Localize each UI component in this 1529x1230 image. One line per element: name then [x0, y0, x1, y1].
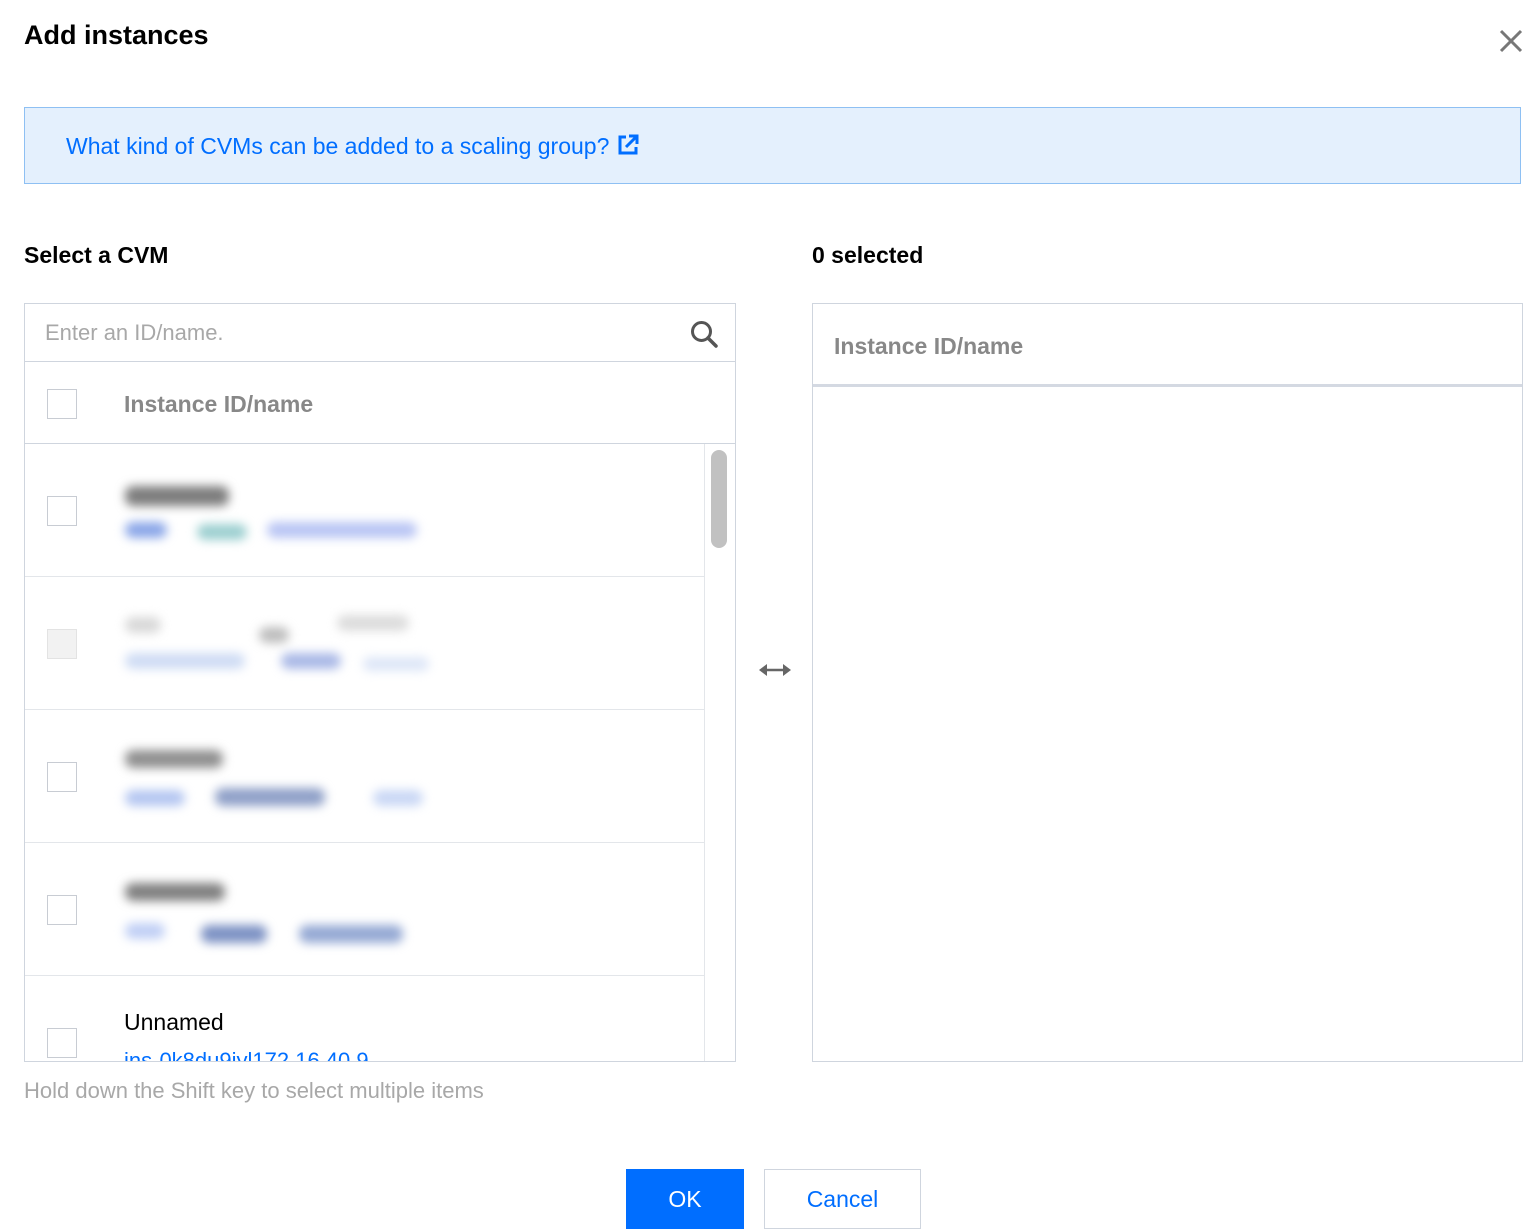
selected-panel: Instance ID/name	[812, 303, 1523, 1062]
obscured-id	[125, 790, 185, 806]
selected-list-header: Instance ID/name	[813, 304, 1522, 387]
obscured-ip	[373, 790, 423, 806]
column-header-instance: Instance ID/name	[124, 391, 314, 417]
obscured-text	[259, 627, 289, 643]
row-checkbox[interactable]	[47, 496, 77, 526]
obscured-id	[125, 923, 165, 939]
obscured-name	[125, 883, 225, 901]
select-all-checkbox[interactable]	[47, 389, 77, 419]
info-banner: What kind of CVMs can be added to a scal…	[24, 107, 1521, 184]
dialog-title: Add instances	[24, 20, 209, 50]
external-link-icon	[618, 134, 639, 155]
cvm-source-panel: Instance ID/name	[24, 303, 736, 1062]
obscured-id	[125, 522, 167, 538]
instance-id-link[interactable]: ins-0k8du9iyl172.16.40.9	[124, 1048, 369, 1061]
row-checkbox[interactable]	[47, 895, 77, 925]
obscured-name	[125, 617, 161, 633]
ok-button[interactable]: OK	[626, 1169, 744, 1229]
row-checkbox-disabled	[47, 629, 77, 659]
search-input[interactable]	[45, 316, 665, 350]
instance-name: Unnamed	[124, 1009, 224, 1035]
table-row	[25, 577, 704, 710]
table-row[interactable]	[25, 444, 704, 577]
obscured-id	[125, 653, 245, 669]
selected-count-title: 0 selected	[812, 242, 924, 268]
multi-select-hint: Hold down the Shift key to select multip…	[24, 1078, 484, 1103]
search-icon[interactable]	[689, 319, 719, 349]
obscured-name	[125, 750, 223, 768]
help-link[interactable]: What kind of CVMs can be added to a scal…	[66, 133, 639, 160]
close-icon[interactable]	[1494, 24, 1528, 58]
help-link-text: What kind of CVMs can be added to a scal…	[66, 133, 610, 159]
obscured-tag	[215, 788, 325, 806]
obscured-tag	[201, 925, 267, 943]
search-box	[25, 304, 735, 362]
row-checkbox[interactable]	[47, 1028, 77, 1058]
swap-arrows-icon	[759, 664, 791, 676]
list-header: Instance ID/name	[25, 362, 735, 444]
obscured-tag	[197, 524, 247, 540]
cancel-button[interactable]: Cancel	[764, 1169, 921, 1229]
list-scrollbar[interactable]	[711, 450, 727, 548]
select-cvm-title: Select a CVM	[24, 242, 169, 268]
table-row[interactable]: Unnamed ins-0k8du9iyl172.16.40.9	[25, 976, 704, 1061]
column-header-selected: Instance ID/name	[834, 333, 1024, 359]
obscured-text	[337, 615, 409, 631]
instance-list: Unnamed ins-0k8du9iyl172.16.40.9	[25, 444, 705, 1061]
table-row[interactable]	[25, 843, 704, 976]
obscured-ip	[267, 522, 417, 538]
row-checkbox[interactable]	[47, 762, 77, 792]
table-row[interactable]	[25, 710, 704, 843]
obscured-name	[125, 486, 229, 506]
obscured-ip	[299, 925, 403, 943]
obscured-tag	[281, 653, 341, 669]
obscured-ip	[363, 657, 429, 671]
